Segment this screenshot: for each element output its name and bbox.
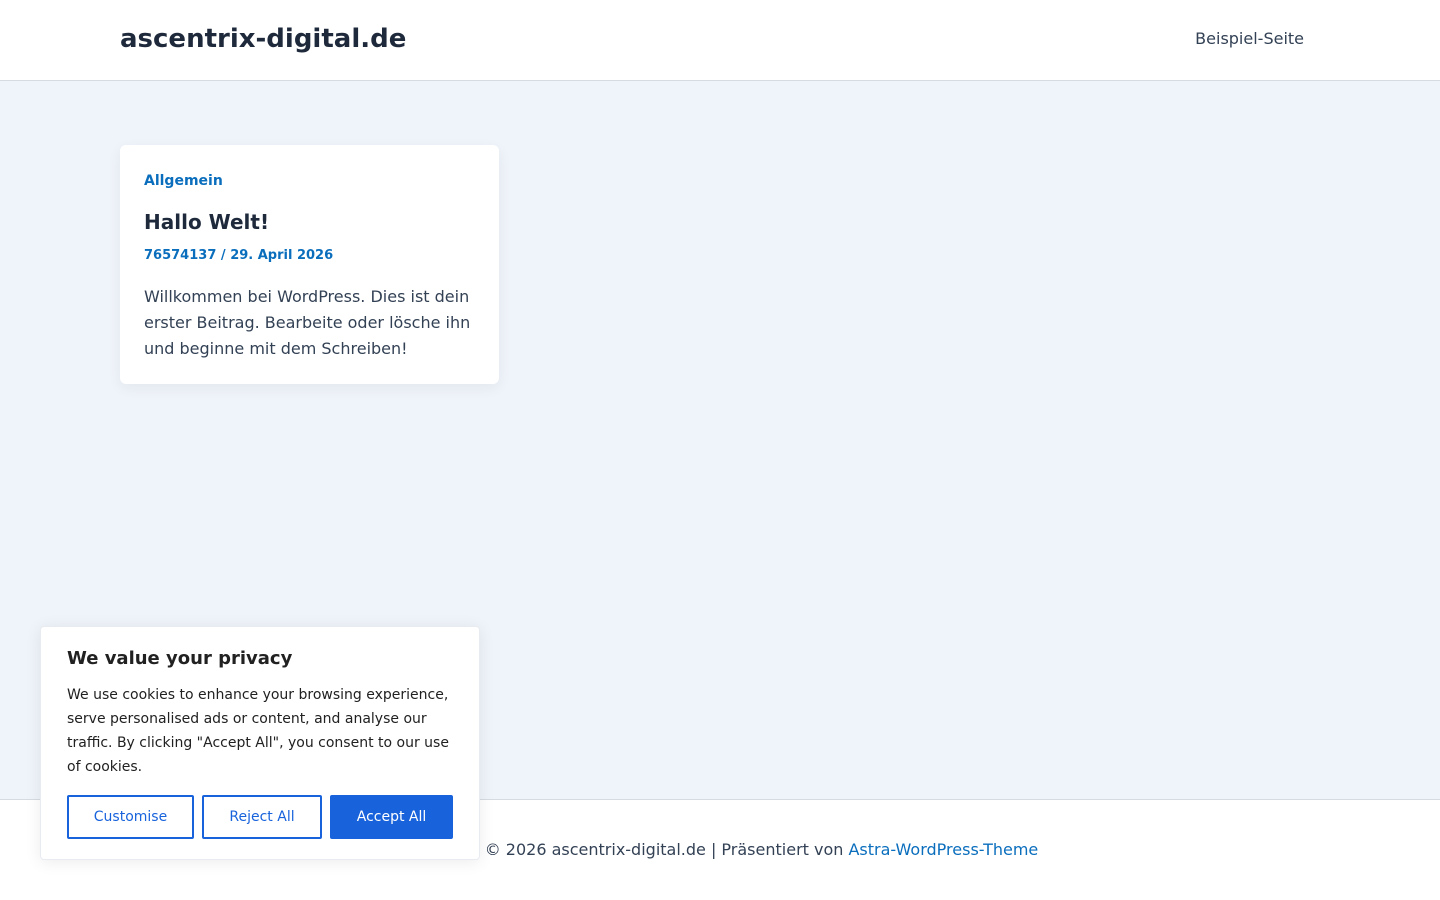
cookie-consent-banner: We value your privacy We use cookies to … xyxy=(40,626,480,860)
footer-copyright-text: © 2026 ascentrix-digital.de | Präsentier… xyxy=(484,840,849,859)
post-card: Allgemein Hallo Welt! 76574137 / 29. Apr… xyxy=(120,145,499,384)
post-excerpt: Willkommen bei WordPress. Dies ist dein … xyxy=(144,287,471,358)
post-category-link[interactable]: Allgemein xyxy=(144,172,475,190)
footer-theme-link[interactable]: Astra-WordPress-Theme xyxy=(848,840,1038,859)
accept-all-button[interactable]: Accept All xyxy=(330,795,453,839)
site-header: ascentrix-digital.de Beispiel-Seite xyxy=(0,0,1440,81)
post-title-link[interactable]: Hallo Welt! xyxy=(144,209,475,235)
customise-button[interactable]: Customise xyxy=(67,795,194,839)
post-date: 29. April 2026 xyxy=(230,248,334,263)
post-meta: 76574137 / 29. April 2026 xyxy=(144,248,475,264)
cookie-banner-title: We value your privacy xyxy=(67,648,293,669)
reject-all-button[interactable]: Reject All xyxy=(202,795,322,839)
nav-item-beispiel-seite[interactable]: Beispiel-Seite xyxy=(1195,29,1304,49)
cookie-banner-text: We use cookies to enhance your browsing … xyxy=(67,687,449,775)
site-title-link[interactable]: ascentrix-digital.de xyxy=(120,22,406,56)
post-meta-separator: / xyxy=(216,248,231,263)
post-author-link[interactable]: 76574137 xyxy=(144,248,216,263)
cookie-button-group: Customise Reject All Accept All xyxy=(67,795,453,839)
